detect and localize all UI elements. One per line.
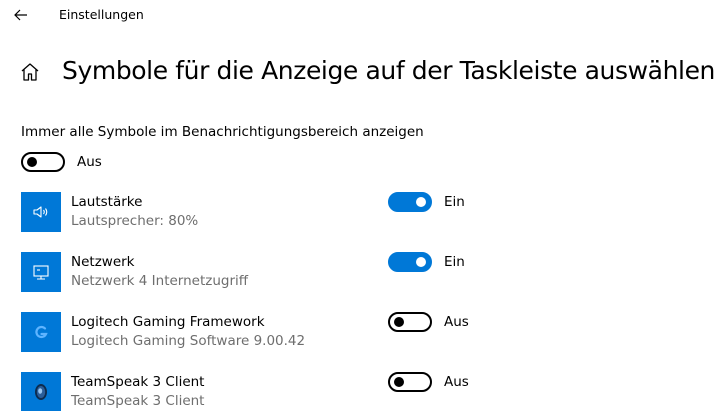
app-name-logitech: Logitech Gaming Framework	[71, 314, 265, 330]
app-tile-teamspeak	[21, 372, 61, 411]
app-tile-logitech	[21, 312, 61, 352]
toggle-netzwerk[interactable]	[388, 252, 432, 272]
back-button[interactable]	[10, 4, 32, 26]
toggle-lautstaerke[interactable]	[388, 192, 432, 212]
teamspeak-icon	[35, 384, 47, 400]
app-detail-lautstaerke: Lautsprecher: 80%	[71, 213, 199, 229]
state-lautstaerke: Ein	[444, 194, 465, 210]
state-teamspeak: Aus	[444, 374, 469, 390]
toggle-teamspeak[interactable]	[388, 372, 432, 392]
app-detail-logitech: Logitech Gaming Software 9.00.42	[71, 333, 306, 349]
window-title: Einstellungen	[59, 7, 144, 22]
always-show-state: Aus	[77, 154, 102, 170]
app-detail-netzwerk: Netzwerk 4 Internetzugriff	[71, 273, 249, 289]
app-tile-netzwerk	[21, 252, 61, 292]
page-title: Symbole für die Anzeige auf der Taskleis…	[62, 56, 716, 85]
toggle-knob	[394, 317, 404, 327]
toggle-knob	[27, 157, 37, 167]
network-icon	[33, 265, 49, 280]
always-show-toggle[interactable]	[21, 152, 65, 172]
settings-page: Einstellungen Symbole für die Anzeige au…	[0, 0, 724, 411]
toggle-logitech[interactable]	[388, 312, 432, 332]
app-name-netzwerk: Netzwerk	[71, 254, 135, 270]
state-netzwerk: Ein	[444, 254, 465, 270]
back-arrow-icon	[14, 9, 27, 21]
state-logitech: Aus	[444, 314, 469, 330]
always-show-label: Immer alle Symbole im Benachrichtigungsb…	[21, 124, 424, 140]
toggle-knob	[416, 257, 426, 267]
app-name-teamspeak: TeamSpeak 3 Client	[71, 374, 205, 390]
speaker-icon	[33, 206, 48, 218]
logitech-icon	[35, 325, 48, 339]
home-icon	[21, 63, 39, 81]
app-tile-lautstaerke	[21, 192, 61, 232]
app-name-lautstaerke: Lautstärke	[71, 194, 143, 210]
app-detail-teamspeak: TeamSpeak 3 Client	[71, 393, 205, 409]
toggle-knob	[416, 197, 426, 207]
toggle-knob	[394, 377, 404, 387]
